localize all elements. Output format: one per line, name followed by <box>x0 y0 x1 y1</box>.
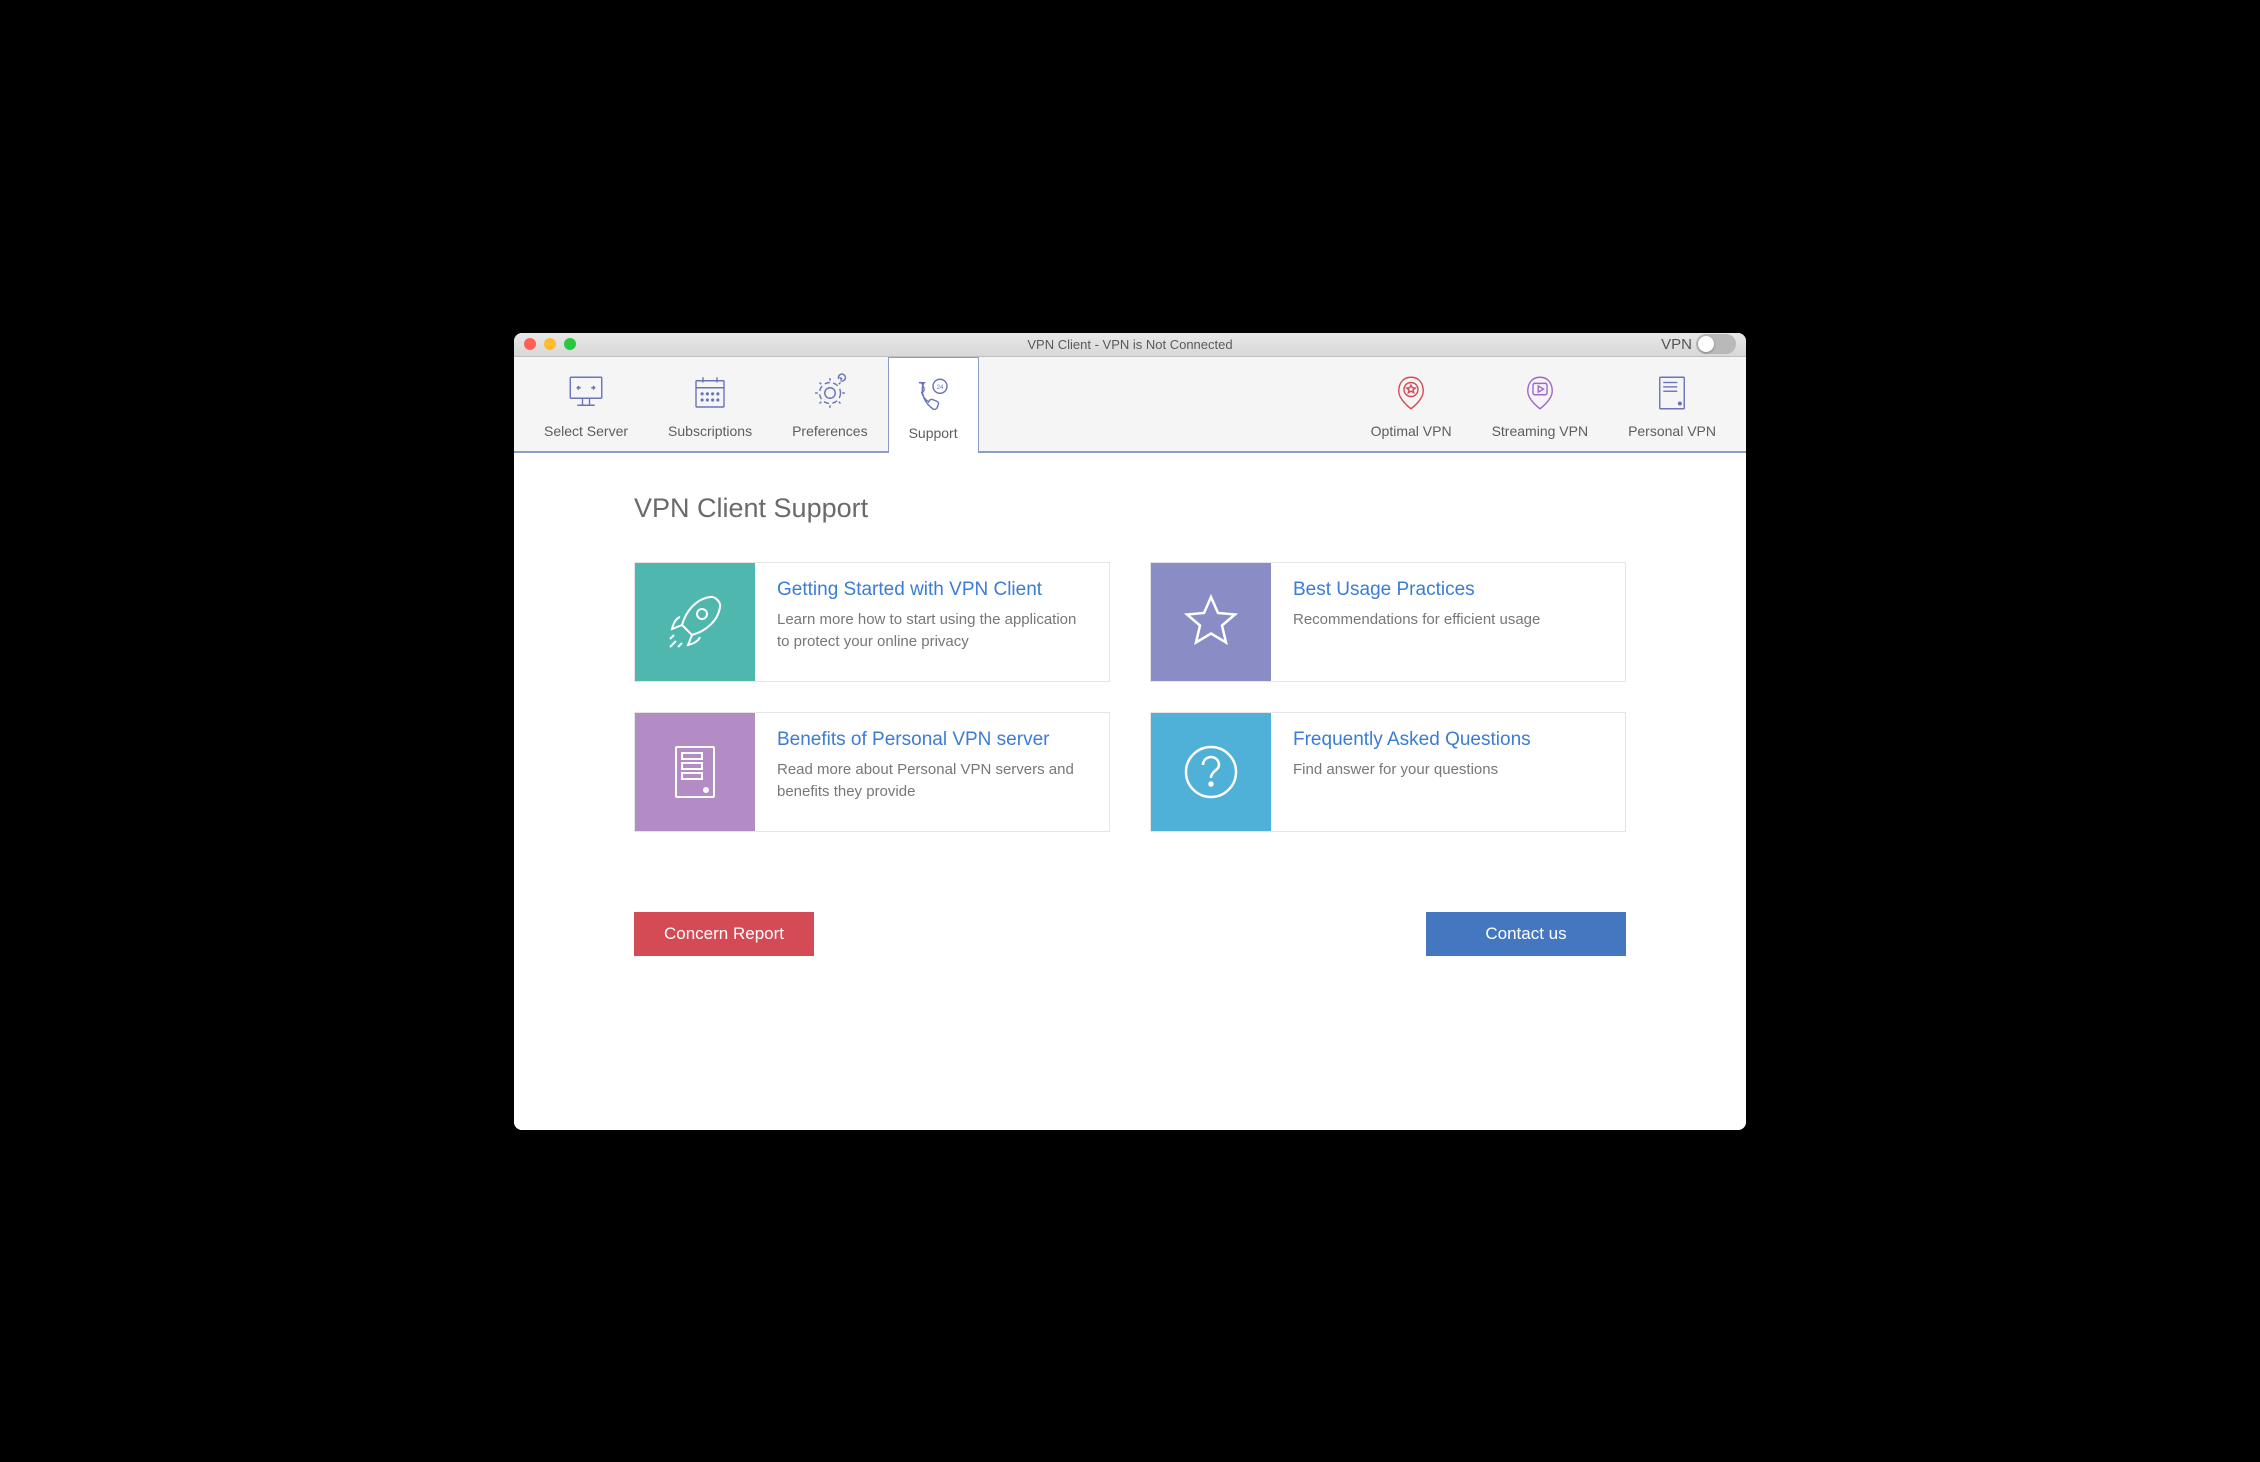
card-title-link[interactable]: Benefits of Personal VPN server <box>777 729 1087 751</box>
server-icon <box>1651 372 1693 417</box>
card-body: Best Usage Practices Recommendations for… <box>1271 563 1562 681</box>
titlebar: VPN Client - VPN is Not Connected VPN <box>514 333 1746 357</box>
tab-label: Personal VPN <box>1628 423 1716 439</box>
tab-streaming-vpn[interactable]: Streaming VPN <box>1472 357 1608 451</box>
tab-label: Support <box>909 425 958 441</box>
card-description: Read more about Personal VPN servers and… <box>777 759 1087 804</box>
card-getting-started: Getting Started with VPN Client Learn mo… <box>634 562 1110 682</box>
gear-icon <box>809 372 851 417</box>
tab-subscriptions[interactable]: Subscriptions <box>648 357 772 451</box>
card-body: Getting Started with VPN Client Learn mo… <box>755 563 1109 681</box>
card-title-link[interactable]: Frequently Asked Questions <box>1293 729 1531 751</box>
vpn-toggle[interactable] <box>1696 334 1736 354</box>
tab-label: Preferences <box>792 423 867 439</box>
server-rack-icon <box>635 713 755 831</box>
contact-us-button[interactable]: Contact us <box>1426 912 1626 956</box>
star-icon <box>1151 563 1271 681</box>
svg-text:24: 24 <box>937 383 944 390</box>
card-description: Recommendations for efficient usage <box>1293 609 1540 632</box>
window-title: VPN Client - VPN is Not Connected <box>514 337 1746 352</box>
card-title-link[interactable]: Best Usage Practices <box>1293 579 1540 601</box>
card-best-practices: Best Usage Practices Recommendations for… <box>1150 562 1626 682</box>
tab-label: Select Server <box>544 423 628 439</box>
content: VPN Client Support Getting Started w <box>514 453 1746 1130</box>
card-benefits-personal: Benefits of Personal VPN server Read mor… <box>634 712 1110 832</box>
tab-personal-vpn[interactable]: Personal VPN <box>1608 357 1736 451</box>
card-body: Frequently Asked Questions Find answer f… <box>1271 713 1553 831</box>
traffic-lights <box>524 338 576 350</box>
card-description: Find answer for your questions <box>1293 759 1531 782</box>
tab-select-server[interactable]: Select Server <box>524 357 648 451</box>
vpn-toggle-group: VPN <box>1661 334 1736 354</box>
tab-label: Subscriptions <box>668 423 752 439</box>
tab-label: Streaming VPN <box>1492 423 1588 439</box>
tab-label: Optimal VPN <box>1371 423 1452 439</box>
close-window-button[interactable] <box>524 338 536 350</box>
page-title: VPN Client Support <box>634 493 1626 524</box>
toolbar-right: Optimal VPN Streaming VPN <box>1351 357 1736 451</box>
card-body: Benefits of Personal VPN server Read mor… <box>755 713 1109 831</box>
question-icon <box>1151 713 1271 831</box>
app-window: VPN Client - VPN is Not Connected VPN Se… <box>514 333 1746 1130</box>
calendar-icon <box>689 372 731 417</box>
card-description: Learn more how to start using the applic… <box>777 609 1087 654</box>
toolbar-left: Select Server Subscriptions <box>524 357 979 451</box>
minimize-window-button[interactable] <box>544 338 556 350</box>
tab-optimal-vpn[interactable]: Optimal VPN <box>1351 357 1472 451</box>
play-badge-icon <box>1519 372 1561 417</box>
maximize-window-button[interactable] <box>564 338 576 350</box>
action-row: Concern Report Contact us <box>634 912 1626 956</box>
vpn-toggle-label: VPN <box>1661 336 1692 353</box>
rocket-icon <box>635 563 755 681</box>
phone-support-icon: 24 <box>912 374 954 419</box>
support-cards: Getting Started with VPN Client Learn mo… <box>634 562 1626 832</box>
card-title-link[interactable]: Getting Started with VPN Client <box>777 579 1087 601</box>
toolbar: Select Server Subscriptions <box>514 357 1746 453</box>
card-faq: Frequently Asked Questions Find answer f… <box>1150 712 1626 832</box>
monitor-icon <box>565 372 607 417</box>
tab-support[interactable]: 24 Support <box>888 357 979 453</box>
star-badge-icon <box>1390 372 1432 417</box>
concern-report-button[interactable]: Concern Report <box>634 912 814 956</box>
tab-preferences[interactable]: Preferences <box>772 357 887 451</box>
